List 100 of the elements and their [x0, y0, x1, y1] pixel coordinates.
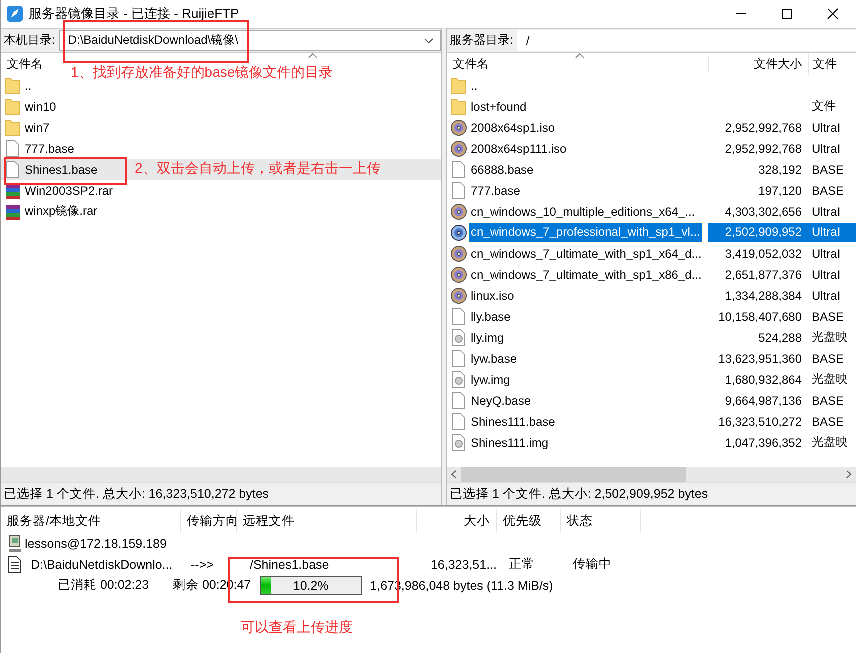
status-text: 已选择 1 个文件. 总大小: 16,323,510,272 bytes — [1, 482, 441, 505]
local-file: D:\BaiduNetdiskDownlo... — [31, 558, 173, 572]
books-icon — [5, 202, 21, 220]
file-icon — [451, 350, 467, 368]
file-name[interactable]: win10 — [23, 100, 58, 114]
path-field[interactable]: D:\BaiduNetdiskDownload\镜像\ — [59, 30, 441, 51]
folder-icon — [5, 76, 21, 94]
column-header[interactable]: 服务器/本地文件 — [1, 509, 181, 533]
file-type: UltraI — [811, 288, 842, 304]
file-name[interactable]: cn_windows_10_multiple_editions_x64_... — [469, 204, 698, 218]
file-size: 1,047,396,352 — [724, 436, 803, 450]
disc-icon — [451, 286, 467, 304]
path-field[interactable]: / — [517, 30, 856, 51]
file-name[interactable]: Shines111.img — [469, 436, 551, 450]
file-type: UltraI — [811, 204, 842, 220]
directory-label: 服务器目录: — [449, 32, 514, 49]
disc-icon — [451, 266, 467, 284]
file-name[interactable]: cn_windows_7_ultimate_with_sp1_x86_d... — [469, 268, 704, 282]
file-name[interactable]: 2008x64sp111.iso — [469, 142, 569, 156]
file-name[interactable]: cn_windows_7_ultimate_with_sp1_x64_d... — [469, 246, 704, 260]
file-type: UltraI — [811, 266, 842, 284]
file-name[interactable]: .. — [23, 78, 34, 92]
file-type: UltraI — [811, 140, 842, 158]
file-size: 16,323,510,272 — [718, 414, 803, 428]
column-header[interactable]: 优先级 — [497, 509, 561, 533]
file-name[interactable]: win7 — [23, 120, 52, 134]
file-icon — [451, 160, 467, 178]
server-name: lessons@172.18.159.189 — [25, 536, 167, 550]
file-size: 4,303,302,656 — [724, 204, 803, 218]
file-name[interactable]: 66888.base — [469, 162, 536, 176]
status-text: 已选择 1 个文件. 总大小: 2,502,909,952 bytes — [447, 482, 856, 505]
elapsed-time: 已消耗 00:02:23 — [58, 577, 150, 594]
file-name[interactable]: NeyQ.base — [469, 394, 534, 408]
file-size: 328,192 — [758, 162, 803, 176]
file-name[interactable]: Win2003SP2.rar — [23, 184, 116, 198]
direction-text: -->> — [190, 558, 215, 572]
file-name[interactable]: 2008x64sp1.iso — [469, 120, 558, 134]
file-type: BASE — [811, 308, 846, 326]
file-icon — [5, 160, 21, 178]
file-name[interactable]: lly.base — [469, 310, 513, 324]
folder-icon — [451, 98, 467, 116]
file-name[interactable]: winxp镜像.rar — [23, 203, 100, 220]
file-size: 3,419,052,032 — [724, 246, 803, 260]
file-name[interactable]: Shines111.base — [469, 414, 558, 428]
file-type: BASE — [811, 350, 846, 368]
folder-icon — [451, 76, 467, 94]
directory-label: 本机目录: — [3, 32, 56, 49]
file-name[interactable]: .. — [469, 78, 480, 92]
annotation-text: 1、找到存放准备好的base镜像文件的目录 — [71, 64, 334, 82]
horizontal-scrollbar[interactable] — [1, 467, 441, 482]
document-icon — [7, 556, 23, 574]
column-header[interactable]: 远程文件 — [237, 509, 417, 533]
file-name[interactable]: lost+found — [469, 100, 529, 114]
file-name[interactable]: cn_windows_7_professional_with_sp1_vl... — [469, 223, 702, 242]
file-name[interactable]: Shines1.base — [23, 162, 100, 176]
column-header[interactable]: 文件大小 — [708, 56, 808, 72]
dropdown-caret-icon[interactable] — [424, 38, 434, 44]
file-type: 光盘映 — [811, 371, 849, 388]
file-type: BASE — [811, 392, 846, 410]
app-logo-icon — [7, 6, 23, 22]
file-name[interactable]: lyw.img — [469, 372, 512, 386]
file-name[interactable]: linux.iso — [469, 288, 516, 302]
status-text: 传输中 — [572, 556, 613, 573]
file-type: 文件 — [811, 98, 837, 115]
column-header[interactable]: 文件名 — [1, 56, 49, 72]
file-type: 光盘映 — [811, 329, 849, 346]
horizontal-scrollbar[interactable] — [447, 467, 856, 482]
file-icon — [451, 328, 467, 346]
file-icon — [5, 140, 21, 158]
priority-text: 正常 — [508, 556, 536, 573]
remote-file: /Shines1.base — [249, 558, 330, 572]
disc-icon — [451, 118, 467, 136]
file-name[interactable]: lly.img — [469, 330, 506, 344]
column-header[interactable]: 传输方向 — [181, 509, 237, 533]
scroll-thumb[interactable] — [461, 467, 686, 482]
column-header[interactable]: 大小 — [417, 509, 497, 533]
file-icon — [451, 182, 467, 200]
file-type: UltraI — [811, 246, 842, 262]
file-size: 13,623,951,360 — [718, 352, 803, 366]
file-size: 16,323,51... — [430, 558, 498, 572]
file-size: 1,334,288,384 — [724, 288, 803, 302]
file-size: 524,288 — [758, 330, 803, 344]
file-icon — [451, 308, 467, 326]
column-header[interactable]: 文件名 — [447, 56, 495, 72]
file-size: 10,158,407,680 — [718, 310, 803, 324]
column-header[interactable]: 文件 — [808, 53, 856, 75]
column-header[interactable]: 状态 — [561, 509, 641, 533]
file-type: BASE — [811, 414, 846, 430]
disc-icon — [451, 244, 467, 262]
file-icon — [451, 434, 467, 452]
annotation-text: 2、双击会自动上传，或者是右击一上传 — [135, 160, 381, 178]
file-size: 2,952,992,768 — [724, 142, 803, 156]
file-name[interactable]: 777.base — [23, 142, 76, 156]
file-icon — [451, 392, 467, 410]
file-type: UltraI — [808, 223, 856, 242]
file-name[interactable]: 777.base — [469, 184, 522, 198]
file-name[interactable]: lyw.base — [469, 352, 520, 366]
file-type: UltraI — [811, 120, 842, 136]
progress-percent: 10.2% — [292, 578, 330, 594]
file-type: BASE — [811, 162, 846, 178]
